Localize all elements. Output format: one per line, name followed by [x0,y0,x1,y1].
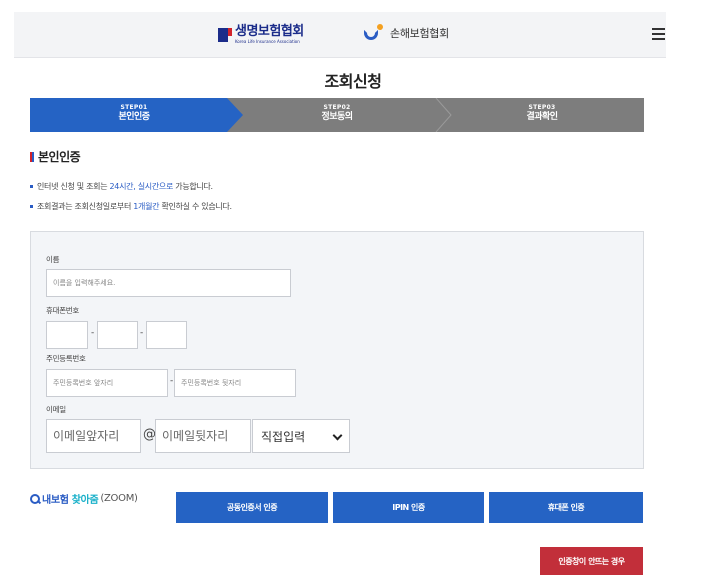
notice-2: 조회결과는 조회신청일로부터 1개월간 확인하실 수 있습니다. [30,201,232,212]
page-title: 조회신청 [324,72,382,91]
step-2-number: STEP02 [323,104,351,111]
zoom-text-2: 찾아줌 [71,495,99,506]
chevron-down-icon [332,430,343,441]
notice-2-text-end: 확인하실 수 있습니다. [159,202,232,211]
name-label: 이름 [46,255,60,264]
insurance-zoom-link[interactable]: 내보험 찾아줌 (ZOOM) [30,491,138,506]
life-insurance-logo[interactable]: 생명보험협회 Korea Life Insurance Association [218,25,304,44]
notice-2-text: 조회결과는 조회신청일로부터 [37,202,134,211]
step-3: STEP03 결과확인 [482,104,602,123]
step-progress: STEP01 본인인증 STEP02 정보동의 STEP03 결과확인 [30,98,644,132]
phone-input-3[interactable] [146,321,187,349]
section-marker-icon [30,151,34,162]
magnifier-icon [30,493,40,504]
notice-1-highlight: 24시간, 실시간으로 [109,182,174,191]
section-title: 본인인증 [30,148,81,165]
phone-separator-1: - [91,328,95,338]
bullet-icon [30,185,33,188]
top-header: 생명보험협회 Korea Life Insurance Association … [14,12,666,58]
rrn-front-input[interactable] [46,369,168,397]
step-3-name: 결과확인 [526,112,558,122]
zoom-text-1: 내보험 [42,495,69,506]
rrn-back-input[interactable] [174,369,296,397]
life-insurance-logo-subtext: Korea Life Insurance Association [235,39,300,44]
notice-2-highlight: 1개월간 [133,202,160,211]
email-domain-select[interactable]: 직접입력 [252,419,350,453]
nonlife-insurance-logo[interactable]: 손해보험협회 [364,24,449,42]
phone-separator-2: - [140,328,144,338]
life-insurance-logo-icon [218,27,232,42]
email-back-input[interactable] [155,419,251,453]
step-1: STEP01 본인인증 [74,104,194,123]
phone-input-1[interactable] [46,321,88,349]
step-1-number: STEP01 [120,104,148,111]
life-insurance-logo-text: 생명보험협회 [235,24,304,39]
email-label: 이메일 [46,405,66,414]
bullet-icon [30,205,33,208]
notice-1: 인터넷 신청 및 조회는 24시간, 실시간으로 가능합니다. [30,181,213,192]
nonlife-insurance-logo-text: 손해보험협회 [390,27,449,40]
ipin-auth-button[interactable]: IPIN 인증 [333,492,484,523]
auth-form: 이름 휴대폰번호 - - 주민등록번호 - 이메일 @ 직접입력 [30,231,644,469]
step-2-name: 정보동의 [321,112,353,122]
email-front-input[interactable] [46,419,141,453]
phone-input-2[interactable] [97,321,138,349]
phone-auth-button[interactable]: 휴대폰 인증 [489,492,643,523]
hamburger-menu-icon[interactable] [652,28,665,40]
notice-1-text-end: 가능합니다. [173,182,213,191]
step-3-number: STEP03 [528,104,556,111]
step-2: STEP02 정보동의 [277,104,397,123]
section-title-text: 본인인증 [38,150,81,164]
email-domain-selected: 직접입력 [261,429,306,444]
name-input[interactable] [46,269,291,297]
rrn-label: 주민등록번호 [46,354,86,363]
step-1-name: 본인인증 [118,112,150,122]
auth-window-help-button[interactable]: 인증창이 안뜨는 경우 [540,547,643,575]
cert-auth-button[interactable]: 공동인증서 인증 [176,492,328,523]
zoom-text-3: (ZOOM) [100,493,138,504]
phone-label: 휴대폰번호 [46,306,79,315]
rrn-separator: - [170,376,174,386]
notice-1-text: 인터넷 신청 및 조회는 [37,182,110,191]
nonlife-insurance-logo-icon [364,24,384,42]
